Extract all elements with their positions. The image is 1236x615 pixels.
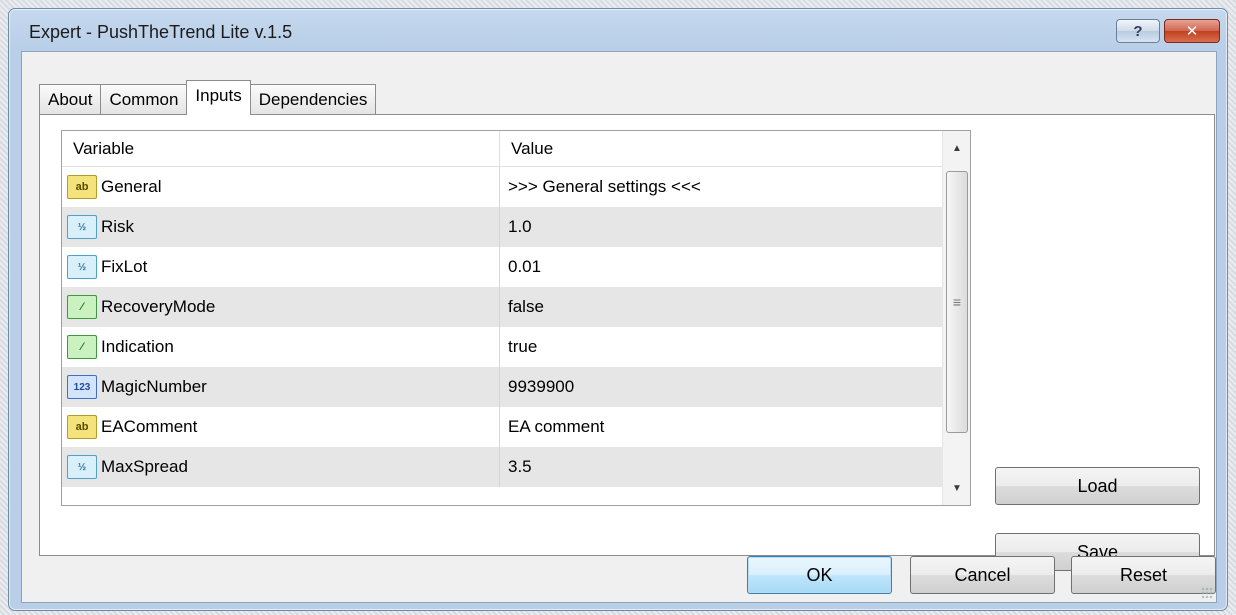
- real-type-icon: ½: [67, 455, 97, 479]
- window-title: Expert - PushTheTrend Lite v.1.5: [29, 22, 293, 42]
- variable-cell[interactable]: ½ FixLot: [62, 247, 500, 287]
- variable-cell[interactable]: ab General: [62, 167, 500, 207]
- variable-cell[interactable]: ½ Risk: [62, 207, 500, 247]
- variable-cell[interactable]: ½ MaxSpread: [62, 447, 500, 487]
- expert-dialog: Expert - PushTheTrend Lite v.1.5 ? ✕ Abo…: [8, 8, 1228, 611]
- help-icon: ?: [1133, 22, 1143, 40]
- variable-cell[interactable]: 123 MagicNumber: [62, 367, 500, 407]
- ab-type-icon: ab: [67, 175, 97, 199]
- scroll-up-arrow-icon[interactable]: ▲: [943, 133, 970, 163]
- tab-inputs[interactable]: Inputs: [186, 80, 251, 115]
- bool-type-icon: ⁄: [67, 335, 97, 359]
- value-cell[interactable]: 3.5: [500, 447, 942, 487]
- value-cell[interactable]: 9939900: [500, 367, 942, 407]
- grip-icon: ≡: [952, 294, 962, 310]
- help-button[interactable]: ?: [1116, 19, 1160, 43]
- table-row[interactable]: ½ FixLot 0.01: [62, 247, 942, 287]
- variable-name: Risk: [101, 217, 135, 236]
- table-row[interactable]: ½ MaxSpread 3.5: [62, 447, 942, 487]
- scroll-thumb[interactable]: ≡: [946, 171, 968, 433]
- real-type-icon: ½: [67, 215, 97, 239]
- value-cell[interactable]: 1.0: [500, 207, 942, 247]
- vertical-scrollbar[interactable]: ▲ ≡ ▼: [942, 131, 970, 505]
- value-cell[interactable]: 0.01: [500, 247, 942, 287]
- dialog-client-area: About Common Inputs Dependencies Variabl…: [21, 51, 1217, 603]
- variable-name: Indication: [101, 337, 174, 356]
- real-type-icon: ½: [67, 255, 97, 279]
- cancel-button[interactable]: Cancel: [910, 556, 1055, 594]
- close-icon: ✕: [1185, 23, 1199, 40]
- grid-header: Variable Value: [62, 131, 942, 167]
- load-button[interactable]: Load: [995, 467, 1200, 505]
- inputs-grid: Variable Value ab General >>> General sett…: [61, 130, 971, 506]
- variable-name: MaxSpread: [101, 457, 188, 476]
- scroll-down-arrow-icon[interactable]: ▼: [943, 473, 970, 503]
- variable-name: RecoveryMode: [101, 297, 216, 316]
- variable-name: EAComment: [101, 417, 198, 436]
- variable-name: FixLot: [101, 257, 148, 276]
- int-type-icon: 123: [67, 375, 97, 399]
- table-row[interactable]: ⁄ Indication true: [62, 327, 942, 367]
- ok-button[interactable]: OK: [747, 556, 892, 594]
- tab-dependencies[interactable]: Dependencies: [249, 84, 377, 115]
- grid-rows: ab General >>> General settings <<< ½ Risk 1.…: [62, 167, 942, 487]
- tab-common[interactable]: Common: [100, 84, 188, 115]
- table-row[interactable]: 123 MagicNumber 9939900: [62, 367, 942, 407]
- column-header-variable[interactable]: Variable: [62, 131, 500, 167]
- close-button[interactable]: ✕: [1164, 19, 1220, 43]
- variable-name: General: [101, 177, 162, 196]
- variable-cell[interactable]: ⁄ Indication: [62, 327, 500, 367]
- resize-grip-icon[interactable]: [1201, 587, 1213, 599]
- value-cell[interactable]: >>> General settings <<<: [500, 167, 942, 207]
- variable-cell[interactable]: ab EAComment: [62, 407, 500, 447]
- table-row[interactable]: ab EAComment EA comment: [62, 407, 942, 447]
- table-row[interactable]: ab General >>> General settings <<<: [62, 167, 942, 207]
- bool-type-icon: ⁄: [67, 295, 97, 319]
- variable-cell[interactable]: ⁄ RecoveryMode: [62, 287, 500, 327]
- ab-type-icon: ab: [67, 415, 97, 439]
- table-row[interactable]: ½ Risk 1.0: [62, 207, 942, 247]
- tab-about[interactable]: About: [39, 84, 102, 115]
- title-bar[interactable]: Expert - PushTheTrend Lite v.1.5 ? ✕: [9, 9, 1227, 47]
- value-cell[interactable]: EA comment: [500, 407, 942, 447]
- value-cell[interactable]: true: [500, 327, 942, 367]
- column-header-value[interactable]: Value: [500, 131, 942, 167]
- table-row[interactable]: ⁄ RecoveryMode false: [62, 287, 942, 327]
- value-cell[interactable]: false: [500, 287, 942, 327]
- tab-strip: About Common Inputs Dependencies: [39, 80, 377, 115]
- reset-button[interactable]: Reset: [1071, 556, 1216, 594]
- inputs-panel: Variable Value ab General >>> General sett…: [39, 114, 1215, 571]
- variable-name: MagicNumber: [101, 377, 207, 396]
